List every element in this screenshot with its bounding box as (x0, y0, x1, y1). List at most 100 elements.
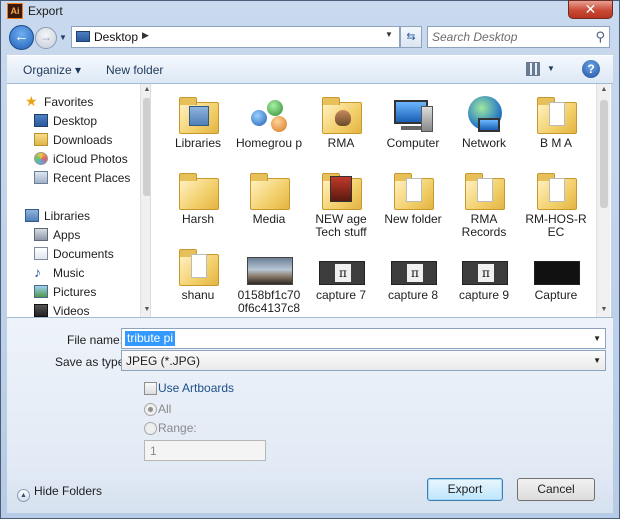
views-dropdown-icon[interactable]: ▼ (547, 64, 555, 73)
save-as-type-value: JPEG (*.JPG) (126, 354, 201, 368)
pi-image-icon: π (391, 244, 437, 290)
sidebar-item-label: Libraries (44, 209, 91, 223)
file-tile[interactable]: RMA (305, 88, 377, 164)
pi-image-icon: π (319, 244, 365, 290)
file-label: Computer (386, 136, 440, 150)
search-icon[interactable]: ⚲ (595, 29, 605, 45)
file-tile[interactable]: New folder (377, 164, 449, 240)
folder-icon (391, 168, 437, 214)
file-label: Capture (534, 288, 578, 302)
file-label: capture 7 (315, 288, 367, 302)
file-tile[interactable]: Libraries (162, 88, 234, 164)
scroll-down-icon[interactable]: ▼ (141, 306, 150, 313)
file-label: 0158bf1c70 0f6c4137c8 b6d2a6715 (237, 289, 301, 315)
file-name-field[interactable]: tribute pi ▼ (121, 328, 606, 349)
music-icon: ♪ (34, 264, 41, 280)
folder-icon (462, 168, 508, 214)
hide-folders-toggle[interactable]: ▲ Hide Folders (17, 484, 102, 502)
help-button[interactable]: ? (582, 60, 600, 78)
range-input[interactable]: 1 (144, 440, 266, 461)
file-tile[interactable]: Network (448, 88, 520, 164)
file-tile[interactable]: Computer (377, 88, 449, 164)
organize-menu[interactable]: Organize ▾ (23, 63, 81, 77)
scroll-up-icon[interactable]: ▲ (597, 86, 611, 93)
file-tile[interactable]: Media (233, 164, 305, 240)
range-value: 1 (150, 444, 157, 458)
all-label: All (158, 402, 172, 416)
close-button[interactable]: ✕ (568, 0, 613, 19)
address-dropdown-icon[interactable]: ▼ (381, 30, 397, 39)
file-tile[interactable]: shanu (162, 240, 234, 316)
breadcrumb-desktop[interactable]: Desktop (94, 30, 138, 44)
sidebar-item-label: Favorites (44, 95, 94, 109)
sidebar-item-label: Documents (53, 247, 114, 261)
folder-icon (176, 168, 222, 214)
use-artboards-checkbox[interactable] (144, 382, 157, 395)
folder-icon (319, 168, 365, 214)
save-as-type-dropdown-icon[interactable]: ▼ (593, 356, 601, 365)
navigation-scrollbar[interactable]: ▲ ▼ (140, 84, 150, 317)
all-radio[interactable] (144, 403, 157, 416)
save-as-type-select[interactable]: JPEG (*.JPG) ▼ (121, 350, 606, 371)
sidebar-item-label: Pictures (53, 285, 97, 299)
file-tile[interactable]: NEW age Tech stuff (305, 164, 377, 240)
range-radio[interactable] (144, 422, 157, 435)
recent-pages-dropdown-icon[interactable]: ▼ (59, 33, 67, 42)
search-box[interactable]: ⚲ (427, 26, 610, 48)
file-name-label: File name: (67, 333, 124, 347)
file-label: Network (461, 136, 506, 150)
dialog-title: Export (28, 4, 63, 18)
file-label: Libraries (174, 136, 222, 150)
file-tile[interactable]: π capture 8 (377, 240, 449, 316)
address-bar[interactable]: Desktop ▶ ▼ (71, 26, 400, 48)
new-folder-button[interactable]: New folder (106, 63, 163, 77)
collapse-up-icon: ▲ (17, 489, 30, 502)
file-label: RM-HOS-R EC (525, 212, 587, 239)
breadcrumb-chevron-icon[interactable]: ▶ (142, 30, 149, 41)
search-input[interactable] (432, 29, 587, 45)
export-dialog: Ai Export ✕ ← → ▼ Desktop ▶ ▼ ⇆ ⚲ Organi… (0, 0, 620, 519)
scroll-thumb[interactable] (143, 98, 150, 196)
downloads-icon (34, 133, 48, 146)
cancel-button[interactable]: Cancel (517, 478, 595, 501)
save-as-type-label: Save as type: (55, 355, 128, 369)
forward-button[interactable]: → (35, 27, 57, 49)
file-label: shanu (181, 288, 215, 302)
file-label: Media (252, 212, 286, 226)
file-name-value[interactable]: tribute pi (125, 331, 176, 346)
sidebar-item-label: Music (53, 266, 85, 280)
scroll-up-icon[interactable]: ▲ (141, 86, 150, 93)
files-scrollbar[interactable]: ▲ ▼ (596, 84, 610, 317)
back-button[interactable]: ← (9, 25, 34, 50)
scroll-down-icon[interactable]: ▼ (597, 306, 611, 313)
use-artboards-label[interactable]: Use Artboards (158, 381, 234, 395)
command-bar: Organize ▾ New folder ▼ ? (7, 55, 613, 84)
file-tile[interactable]: B M A (520, 88, 592, 164)
file-name-dropdown-icon[interactable]: ▼ (593, 334, 601, 343)
documents-icon (34, 247, 48, 260)
refresh-button[interactable]: ⇆ (400, 26, 422, 48)
folder-icon (534, 168, 580, 214)
file-tile[interactable]: Harsh (162, 164, 234, 240)
title-bar: Ai Export ✕ (1, 0, 619, 21)
scroll-thumb[interactable] (600, 100, 608, 208)
icloud-icon (34, 152, 48, 165)
file-tile[interactable]: Homegrou p (233, 88, 305, 164)
export-button[interactable]: Export (427, 478, 503, 501)
file-label: B M A (539, 136, 572, 150)
file-label: capture 9 (458, 288, 510, 302)
files-pane: Libraries Homegrou p RMA Computer Networ… (151, 84, 611, 317)
range-label: Range: (158, 421, 197, 435)
file-tile[interactable]: π capture 9 (448, 240, 520, 316)
file-tile[interactable]: 0158bf1c70 0f6c4137c8 b6d2a6715 (233, 240, 305, 316)
hide-folders-label: Hide Folders (34, 484, 103, 498)
libraries-icon (176, 92, 222, 138)
file-tile[interactable]: RM-HOS-R EC (520, 164, 592, 240)
libraries-icon (25, 209, 39, 222)
file-tile[interactable]: RMA Records (448, 164, 520, 240)
file-tile[interactable]: Capture (520, 240, 592, 316)
file-tile[interactable]: π capture 7 (305, 240, 377, 316)
views-icon[interactable] (526, 62, 540, 76)
file-label: NEW age Tech stuff (315, 212, 367, 239)
dark-image-icon (534, 244, 580, 290)
